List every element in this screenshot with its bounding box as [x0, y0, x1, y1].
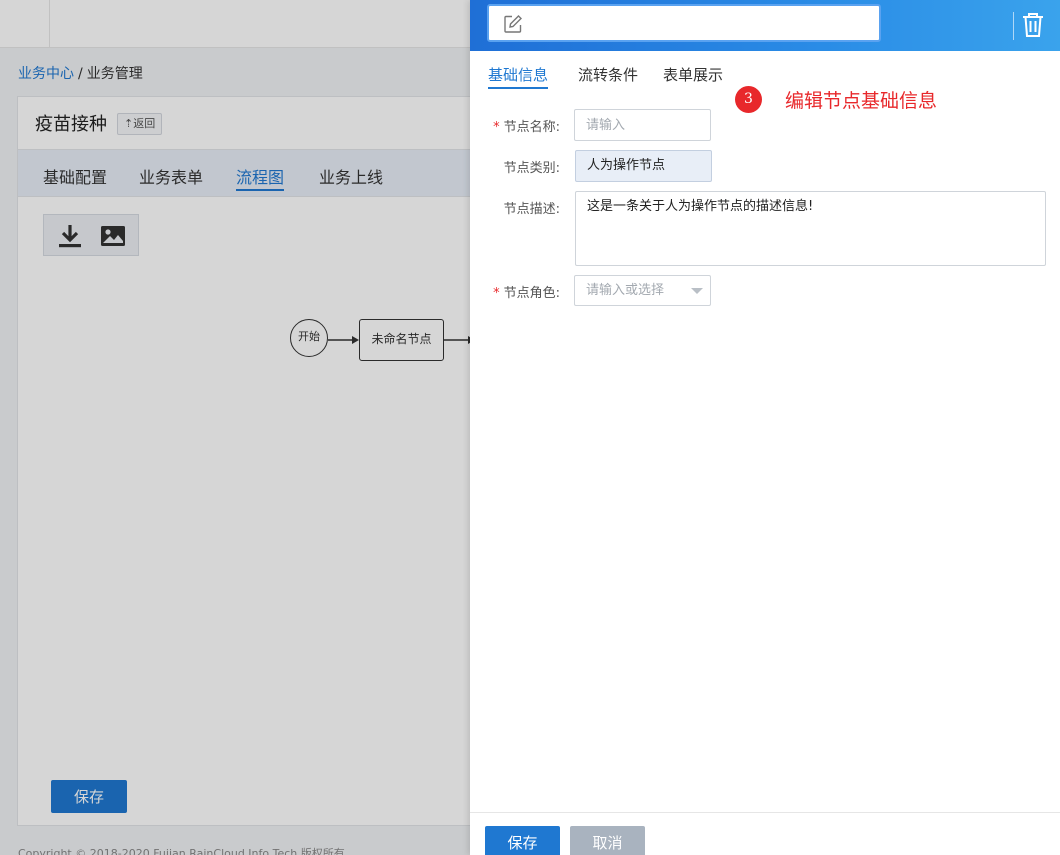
node-title-field[interactable]	[487, 4, 881, 42]
header-divider	[1013, 12, 1014, 40]
drawer-tab-flow-condition[interactable]: 流转条件	[578, 64, 638, 85]
node-edit-drawer: 基础信息 流转条件 表单展示 3 编辑节点基础信息 *节点名称: 节点类别: 人…	[470, 0, 1060, 855]
drawer-footer: 保存 取消	[470, 812, 1060, 855]
node-desc-label: 节点描述:	[503, 202, 560, 217]
node-role-placeholder: 请输入或选择	[586, 283, 665, 298]
trash-icon[interactable]	[1021, 12, 1045, 38]
node-type-label: 节点类别:	[503, 161, 560, 176]
node-role-select[interactable]: 请输入或选择	[574, 275, 711, 306]
drawer-cancel-button[interactable]: 取消	[570, 826, 645, 855]
node-name-label-text: 节点名称:	[503, 120, 560, 135]
required-asterisk: *	[493, 120, 500, 135]
required-asterisk: *	[493, 286, 500, 301]
node-role-label-text: 节点角色:	[503, 286, 560, 301]
drawer-tab-form-display[interactable]: 表单展示	[663, 64, 723, 85]
drawer-tab-basic-info[interactable]: 基础信息	[488, 64, 549, 89]
node-title-input[interactable]	[531, 10, 871, 36]
annotation-text: 编辑节点基础信息	[785, 90, 938, 112]
node-role-label: * 节点角色:	[470, 282, 560, 301]
drawer-save-button[interactable]: 保存	[485, 826, 560, 855]
chevron-down-icon	[691, 288, 703, 294]
drawer-header	[470, 0, 1060, 51]
edit-icon	[504, 15, 522, 33]
node-desc-textarea[interactable]: 这是一条关于人为操作节点的描述信息!	[575, 191, 1046, 266]
node-name-label: * 节点名称:	[470, 116, 560, 135]
node-type-value: 人为操作节点	[575, 150, 712, 182]
node-name-input[interactable]	[574, 109, 711, 141]
annotation-step-badge: 3	[735, 86, 762, 113]
